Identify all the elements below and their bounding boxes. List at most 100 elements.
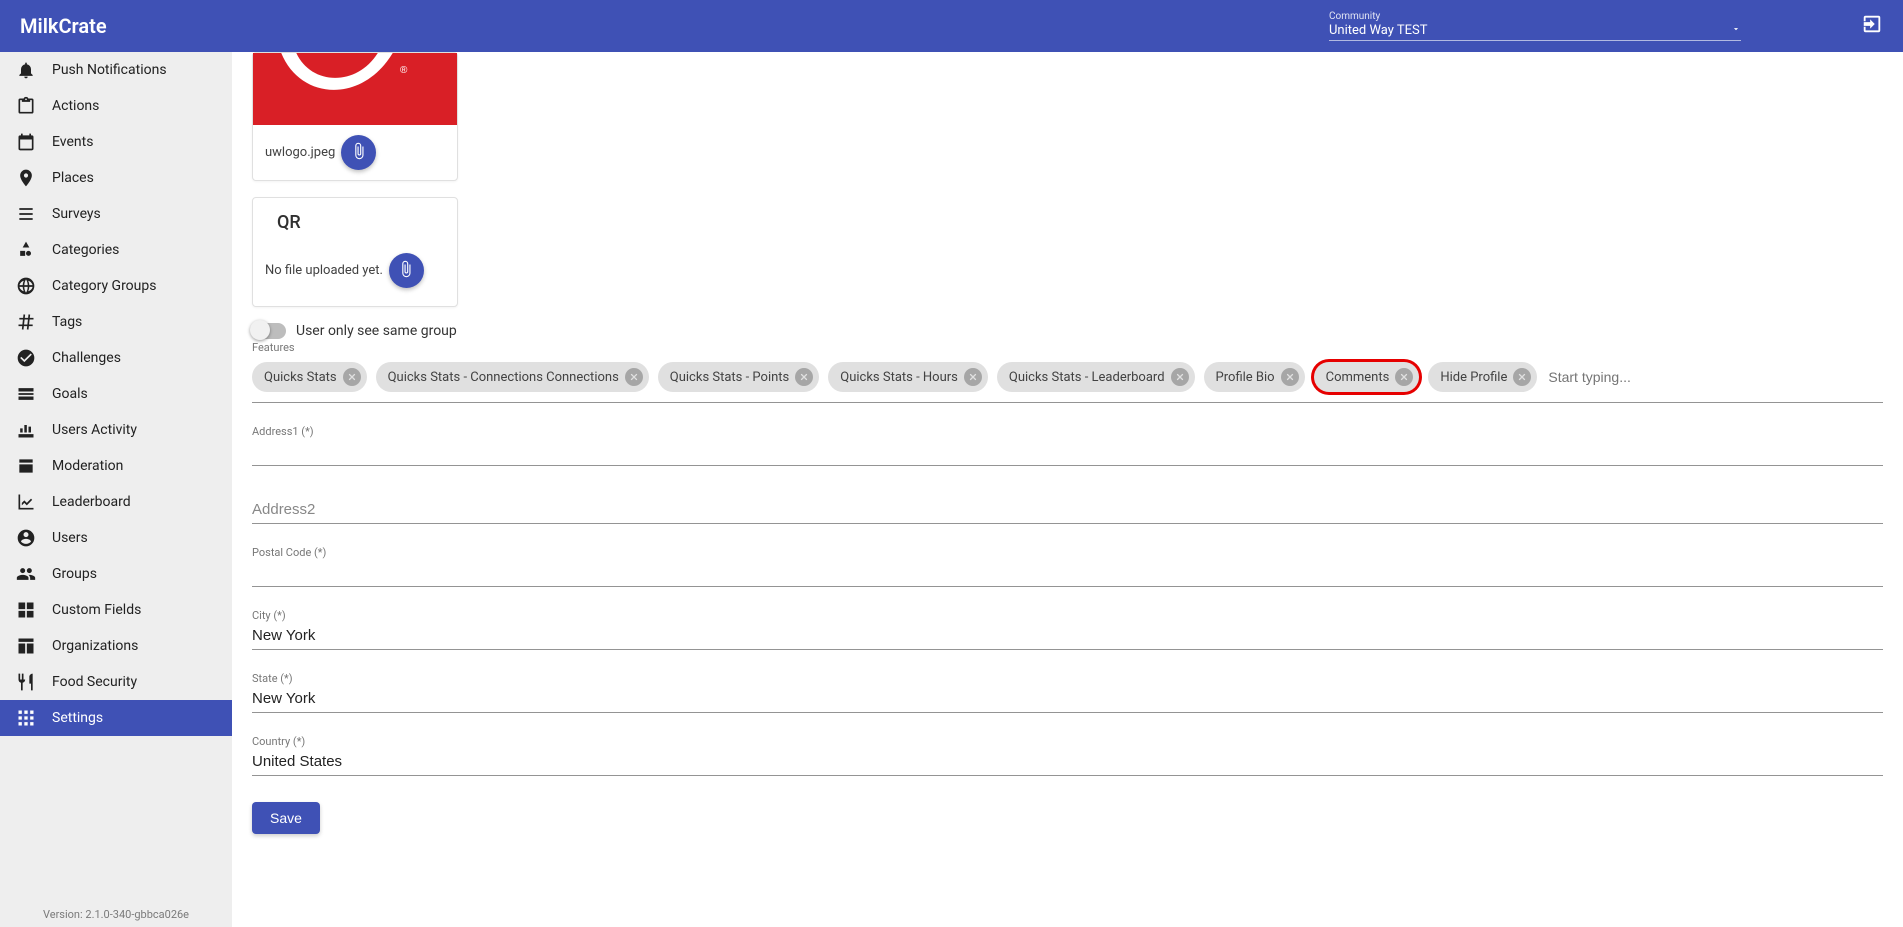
- city-field-wrap: City (*): [252, 609, 1883, 650]
- features-chips[interactable]: Quicks Stats Quicks Stats - Connections C…: [252, 362, 1883, 403]
- postal-label: Postal Code (*): [252, 546, 1883, 559]
- sidebar-item-label: Challenges: [52, 350, 121, 366]
- address1-field-wrap: Address1 (*): [252, 425, 1883, 466]
- sidebar-item-label: Groups: [52, 566, 97, 582]
- feature-chip[interactable]: Quicks Stats: [252, 362, 367, 392]
- logo-card: ® uwlogo.jpeg: [252, 52, 458, 181]
- save-button[interactable]: Save: [252, 802, 320, 834]
- chip-remove-button[interactable]: [343, 368, 361, 386]
- chip-remove-button[interactable]: [1171, 368, 1189, 386]
- chip-label: Quicks Stats: [264, 370, 337, 385]
- globe-icon: [16, 276, 36, 296]
- list-icon: [16, 204, 36, 224]
- hash-icon: [16, 312, 36, 332]
- sidebar-item-label: Goals: [52, 386, 88, 402]
- feature-chip[interactable]: Profile Bio: [1204, 362, 1305, 392]
- group-icon: [16, 564, 36, 584]
- sidebar-item-label: Leaderboard: [52, 494, 131, 510]
- sidebar-item-moderation[interactable]: Moderation: [0, 448, 232, 484]
- sidebar-item-groups[interactable]: Groups: [0, 556, 232, 592]
- calendar-icon: [16, 132, 36, 152]
- sidebar-item-label: Push Notifications: [52, 62, 167, 78]
- chip-remove-button[interactable]: [1395, 368, 1413, 386]
- sidebar-item-users-activity[interactable]: Users Activity: [0, 412, 232, 448]
- sidebar-item-label: Categories: [52, 242, 119, 258]
- sidebar-item-organizations[interactable]: Organizations: [0, 628, 232, 664]
- chart-icon: [16, 492, 36, 512]
- feature-chip[interactable]: Quicks Stats - Hours: [828, 362, 988, 392]
- logo-image: ®: [253, 53, 457, 125]
- feature-chip[interactable]: Quicks Stats - Points: [658, 362, 819, 392]
- attach-logo-button[interactable]: [341, 135, 376, 170]
- sidebar-item-food-security[interactable]: Food Security: [0, 664, 232, 700]
- sidebar-item-label: Organizations: [52, 638, 138, 654]
- feature-chip[interactable]: Quicks Stats - Leaderboard: [997, 362, 1195, 392]
- features-label: Features: [252, 341, 1883, 354]
- chip-remove-button[interactable]: [795, 368, 813, 386]
- check-circle-icon: [16, 348, 36, 368]
- paperclip-icon: [397, 260, 415, 282]
- sidebar-item-places[interactable]: Places: [0, 160, 232, 196]
- svg-text:®: ®: [400, 65, 408, 76]
- feature-chip[interactable]: Comments: [1314, 362, 1420, 392]
- sidebar-item-tags[interactable]: Tags: [0, 304, 232, 340]
- chip-label: Quicks Stats - Hours: [840, 370, 958, 385]
- sidebar-item-label: Users Activity: [52, 422, 137, 438]
- feature-chip[interactable]: Quicks Stats - Connections Connections: [376, 362, 649, 392]
- pin-icon: [16, 168, 36, 188]
- postal-input[interactable]: [252, 559, 1883, 587]
- address2-input[interactable]: [252, 496, 1883, 524]
- state-field-wrap: State (*): [252, 672, 1883, 713]
- chip-remove-button[interactable]: [625, 368, 643, 386]
- country-label: Country (*): [252, 735, 1883, 748]
- shapes-icon: [16, 240, 36, 260]
- city-input[interactable]: [252, 622, 1883, 650]
- main-content: ® uwlogo.jpeg QR No file uploaded yet.: [232, 52, 1903, 927]
- sidebar-item-surveys[interactable]: Surveys: [0, 196, 232, 232]
- qr-title: QR: [253, 198, 457, 237]
- country-input[interactable]: [252, 748, 1883, 776]
- sidebar-item-leaderboard[interactable]: Leaderboard: [0, 484, 232, 520]
- sidebar-item-actions[interactable]: Actions: [0, 88, 232, 124]
- settings-grid-icon: [16, 708, 36, 728]
- attach-qr-button[interactable]: [389, 253, 424, 288]
- grid-icon: [16, 600, 36, 620]
- chip-label: Comments: [1326, 370, 1390, 385]
- sidebar-item-goals[interactable]: Goals: [0, 376, 232, 412]
- sidebar-item-custom-fields[interactable]: Custom Fields: [0, 592, 232, 628]
- chip-remove-button[interactable]: [1513, 368, 1531, 386]
- sidebar-item-label: Settings: [52, 710, 103, 726]
- clipboard-icon: [16, 96, 36, 116]
- sidebar-item-label: Food Security: [52, 674, 137, 690]
- chip-remove-button[interactable]: [1281, 368, 1299, 386]
- brand-title: MilkCrate: [20, 14, 107, 38]
- sidebar-item-label: Users: [52, 530, 88, 546]
- sidebar-item-label: Actions: [52, 98, 99, 114]
- feature-chip[interactable]: Hide Profile: [1428, 362, 1537, 392]
- gauge-icon: [16, 384, 36, 404]
- community-select[interactable]: Community United Way TEST: [1329, 11, 1741, 41]
- sidebar-item-settings[interactable]: Settings: [0, 700, 232, 736]
- chip-remove-button[interactable]: [964, 368, 982, 386]
- state-input[interactable]: [252, 685, 1883, 713]
- qr-card: QR No file uploaded yet.: [252, 197, 458, 307]
- sidebar-item-label: Custom Fields: [52, 602, 141, 618]
- address1-input[interactable]: [252, 438, 1883, 466]
- same-group-toggle-row: User only see same group: [252, 323, 1883, 339]
- same-group-toggle[interactable]: [252, 323, 286, 339]
- org-icon: [16, 636, 36, 656]
- same-group-toggle-label: User only see same group: [296, 323, 457, 339]
- sidebar-item-push-notifications[interactable]: Push Notifications: [0, 52, 232, 88]
- features-input[interactable]: [1546, 365, 1731, 389]
- state-label: State (*): [252, 672, 1883, 685]
- sidebar-item-label: Moderation: [52, 458, 123, 474]
- logout-button[interactable]: [1861, 13, 1883, 39]
- sidebar-item-category-groups[interactable]: Category Groups: [0, 268, 232, 304]
- sidebar-item-events[interactable]: Events: [0, 124, 232, 160]
- sidebar-item-challenges[interactable]: Challenges: [0, 340, 232, 376]
- chip-label: Quicks Stats - Connections Connections: [388, 370, 619, 385]
- sidebar-item-users[interactable]: Users: [0, 520, 232, 556]
- paperclip-icon: [350, 142, 368, 164]
- postal-field-wrap: Postal Code (*): [252, 546, 1883, 587]
- sidebar-item-categories[interactable]: Categories: [0, 232, 232, 268]
